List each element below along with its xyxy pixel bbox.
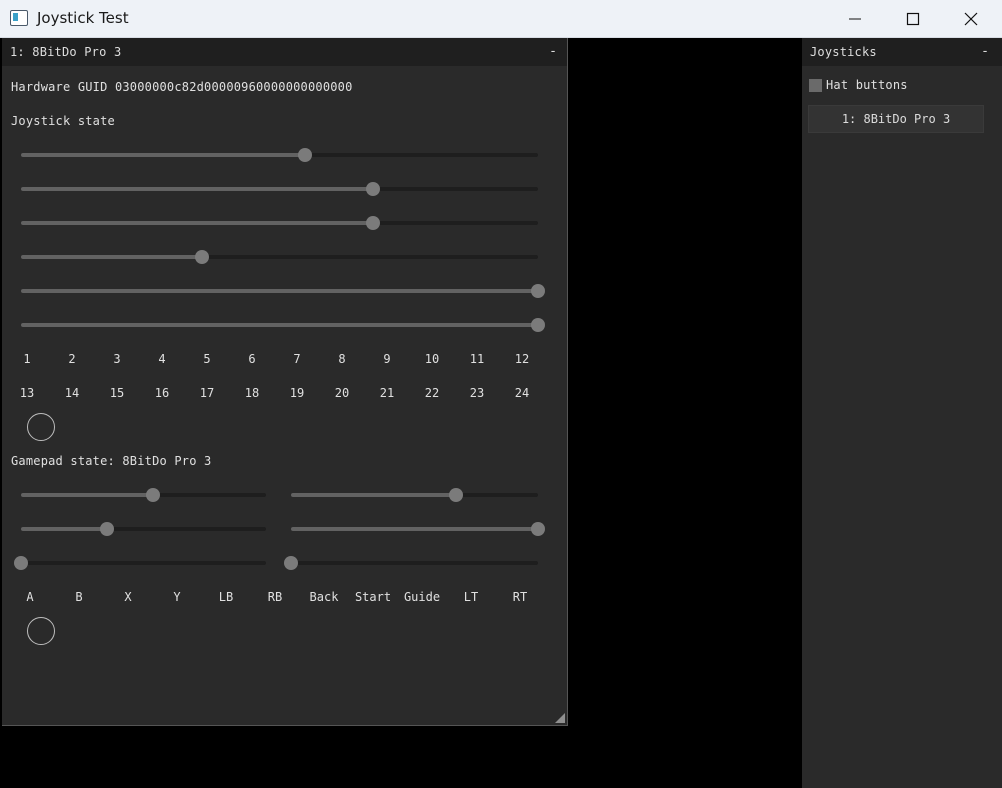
axis-slider-6[interactable] [21,318,545,332]
gamepad-right-axis-2-thumb[interactable] [531,522,545,536]
hat-buttons-label: Hat buttons [826,78,908,92]
gamepad-right-axis-3-track [291,561,538,565]
button-17: 17 [199,386,215,400]
joystick-panel: 1: 8BitDo Pro 3 - Hardware GUID 03000000… [2,38,568,726]
gamepad-button-b: B [75,590,83,604]
button-2: 2 [68,352,76,366]
gamepad-right-axis-2[interactable] [291,522,545,536]
axis-slider-2-thumb[interactable] [365,182,380,196]
gamepad-left-axis-1-fill [21,493,154,497]
joystick-panel-collapse-button[interactable]: - [549,44,557,59]
axis-slider-1-fill [21,153,306,157]
button-22: 22 [424,386,440,400]
joysticks-panel-header[interactable]: Joysticks - [802,38,1002,66]
axis-slider-2[interactable] [21,182,538,196]
window-titlebar: Joystick Test [0,0,1002,38]
resize-grip[interactable] [555,713,565,723]
joysticks-panel-title: Joysticks [810,45,877,59]
gamepad-button-x: X [124,590,132,604]
gamepad-button-start: Start [354,590,392,604]
button-5: 5 [203,352,211,366]
gamepad-left-axis-3-track [21,561,266,565]
button-20: 20 [334,386,350,400]
button-10: 10 [424,352,440,366]
axis-slider-5-fill [21,289,538,293]
button-18: 18 [244,386,260,400]
device-button[interactable]: 1: 8BitDo Pro 3 [808,105,984,133]
gamepad-button-y: Y [173,590,181,604]
gamepad-right-axis-1[interactable] [291,488,538,502]
axis-slider-3[interactable] [21,216,538,230]
close-button[interactable] [942,0,1000,38]
button-3: 3 [113,352,121,366]
gamepad-button-a: A [26,590,34,604]
gamepad-right-axis-1-thumb[interactable] [449,488,464,502]
button-11: 11 [469,352,485,366]
hat-indicator [27,413,55,441]
button-8: 8 [338,352,346,366]
gamepad-left-axis-1[interactable] [21,488,266,502]
button-19: 19 [289,386,305,400]
gamepad-button-guide: Guide [403,590,441,604]
gamepad-left-axis-3[interactable] [14,556,266,570]
maximize-icon [906,12,920,26]
axis-slider-4-thumb[interactable] [194,250,209,264]
gamepad-left-axis-2-thumb[interactable] [99,522,114,536]
button-7: 7 [293,352,301,366]
gamepad-left-axis-2-fill [21,527,107,531]
gamepad-right-axis-1-fill [291,493,457,497]
maximize-button[interactable] [884,0,942,38]
hat-buttons-checkbox[interactable] [809,79,822,92]
gamepad-dpad-indicator [27,617,55,645]
gamepad-right-axis-2-fill [291,527,538,531]
axis-slider-1[interactable] [21,148,538,162]
hardware-guid: Hardware GUID 03000000c82d00000960000000… [11,80,353,94]
button-21: 21 [379,386,395,400]
button-13: 13 [19,386,35,400]
gamepad-button-lt: LT [463,590,479,604]
gamepad-right-axis-3[interactable] [284,556,538,570]
axis-slider-5[interactable] [21,284,545,298]
gamepad-left-axis-2[interactable] [21,522,266,536]
button-9: 9 [383,352,391,366]
gamepad-button-rt: RT [512,590,528,604]
axis-slider-6-thumb[interactable] [531,318,545,332]
button-4: 4 [158,352,166,366]
gamepad-button-back: Back [309,590,339,604]
joystick-panel-title: 1: 8BitDo Pro 3 [10,45,122,59]
gamepad-left-axis-1-thumb[interactable] [146,488,161,502]
axis-slider-2-fill [21,187,373,191]
gamepad-state-heading: Gamepad state: 8BitDo Pro 3 [11,454,212,468]
axis-slider-4-fill [21,255,202,259]
axis-slider-3-fill [21,221,373,225]
gamepad-right-axis-3-thumb[interactable] [284,556,298,570]
button-15: 15 [109,386,125,400]
axis-slider-5-thumb[interactable] [531,284,545,298]
button-12: 12 [514,352,530,366]
minimize-button[interactable] [826,0,884,38]
minimize-icon [849,18,861,20]
button-1: 1 [23,352,31,366]
joystick-panel-header[interactable]: 1: 8BitDo Pro 3 - [2,38,567,66]
app-icon [10,10,28,26]
joysticks-panel-collapse-button[interactable]: - [981,44,989,59]
joystick-state-heading: Joystick state [11,114,115,128]
gamepad-button-lb: LB [218,590,234,604]
joysticks-panel: Joysticks - Hat buttons 1: 8BitDo Pro 3 [802,38,1002,788]
window-title: Joystick Test [37,9,129,27]
button-24: 24 [514,386,530,400]
axis-slider-6-fill [21,323,538,327]
axis-slider-1-thumb[interactable] [298,148,313,162]
axis-slider-4[interactable] [21,250,538,264]
close-icon [964,12,978,26]
button-23: 23 [469,386,485,400]
button-6: 6 [248,352,256,366]
button-14: 14 [64,386,80,400]
gamepad-left-axis-3-thumb[interactable] [14,556,28,570]
button-16: 16 [154,386,170,400]
axis-slider-3-thumb[interactable] [365,216,380,230]
gamepad-button-rb: RB [267,590,283,604]
